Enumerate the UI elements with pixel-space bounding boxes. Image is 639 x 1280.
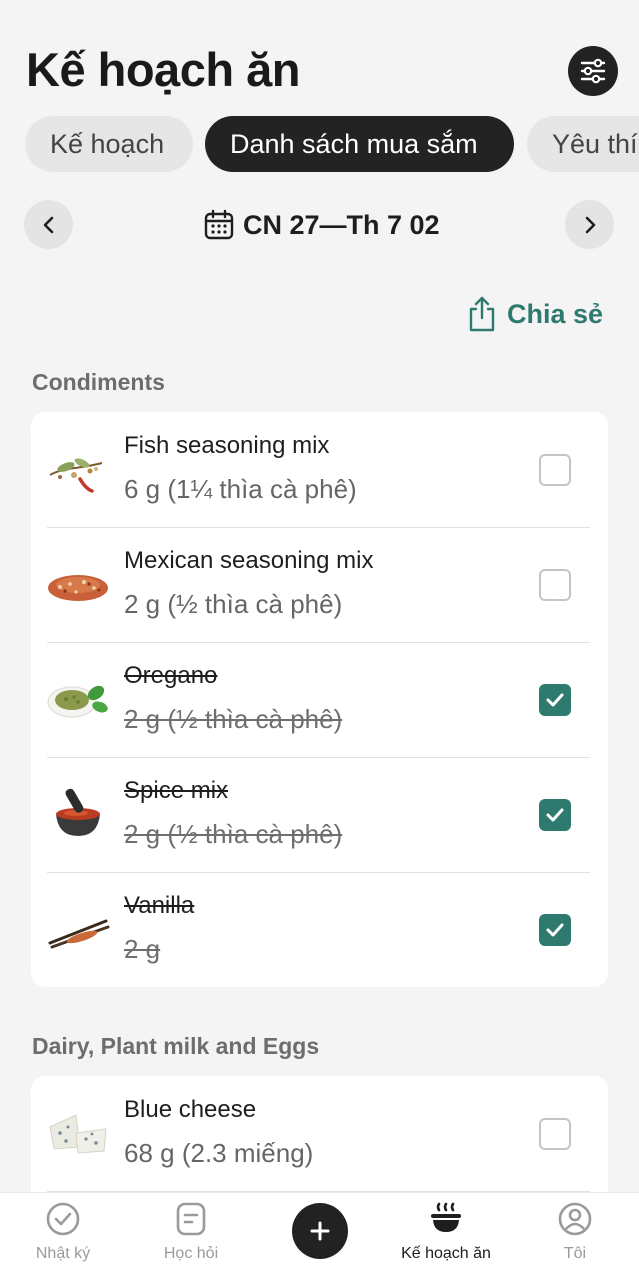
chevron-right-icon: [585, 216, 595, 233]
item-checkbox[interactable]: [539, 914, 571, 946]
vanilla-thumbnail: [48, 919, 110, 949]
item-checkbox[interactable]: [539, 569, 571, 601]
list-item[interactable]: Vanilla 2 g: [31, 872, 608, 987]
oregano-thumbnail: [47, 685, 108, 718]
nav-learn[interactable]: Học hỏi: [136, 1201, 246, 1263]
item-checkbox[interactable]: [539, 1118, 571, 1150]
date-range-label: CN 27—Th 7 02: [243, 209, 440, 240]
nav-profile[interactable]: Tôi: [520, 1201, 630, 1263]
item-name: Vanilla: [124, 892, 195, 919]
check-circle-icon: [46, 1202, 80, 1236]
share-label: Chia sẻ: [507, 298, 604, 329]
tab-favorites[interactable]: Yêu thí: [527, 116, 639, 172]
share-icon: [469, 296, 495, 332]
section-title-dairy: Dairy, Plant milk and Eggs: [32, 1033, 320, 1059]
next-week-button[interactable]: [565, 200, 614, 249]
tab-bar: Kế hoạch Danh sách mua sắm Yêu thí: [25, 116, 639, 172]
sliders-icon: [580, 58, 606, 84]
calendar-icon: [204, 209, 234, 240]
blue-cheese-thumbnail: [49, 1114, 107, 1154]
item-quantity: 2 g (½ thìa cà phê): [124, 819, 343, 849]
check-icon: [546, 923, 564, 937]
section-title-condiments: Condiments: [32, 369, 165, 395]
mexican-seasoning-thumbnail: [48, 575, 108, 601]
item-name: Blue cheese: [124, 1096, 257, 1123]
bowl-icon: [431, 1202, 461, 1232]
page-title: Kế hoạch ăn: [26, 43, 300, 96]
list-item[interactable]: Mexican seasoning mix 2 g (½ thìa cà phê…: [31, 527, 608, 642]
chevron-left-icon: [43, 216, 53, 233]
tab-shopping-list[interactable]: Danh sách mua sắm: [205, 116, 514, 172]
check-icon: [546, 808, 564, 822]
nav-label: Kế hoạch ăn: [401, 1245, 491, 1262]
item-checkbox[interactable]: [539, 454, 571, 486]
bottom-nav: Nhật ký Học hỏi Kế hoạch ăn Tôi: [0, 1192, 639, 1280]
item-quantity: 68 g (2.3 miếng): [124, 1138, 314, 1168]
item-checkbox[interactable]: [539, 799, 571, 831]
plus-icon: [310, 1221, 330, 1241]
spice-mix-thumbnail: [56, 788, 100, 836]
item-name: Mexican seasoning mix: [124, 547, 374, 574]
item-quantity: 2 g (½ thìa cà phê): [124, 704, 343, 734]
add-button[interactable]: [292, 1203, 348, 1259]
tab-plan[interactable]: Kế hoạch: [25, 116, 193, 172]
item-checkbox[interactable]: [539, 684, 571, 716]
list-item[interactable]: Oregano 2 g (½ thìa cà phê): [31, 642, 608, 757]
nav-label: Nhật ký: [35, 1245, 91, 1262]
item-quantity: 2 g (½ thìa cà phê): [124, 589, 343, 619]
nav-diary[interactable]: Nhật ký: [8, 1201, 118, 1263]
nav-meal-plan[interactable]: Kế hoạch ăn: [391, 1201, 501, 1263]
note-icon: [176, 1202, 206, 1236]
fish-seasoning-thumbnail: [49, 458, 103, 493]
share-button[interactable]: Chia sẻ: [467, 295, 603, 333]
item-quantity: 6 g (1¼ thìa cà phê): [124, 474, 357, 504]
list-item[interactable]: Fish seasoning mix 6 g (1¼ thìa cà phê): [31, 412, 608, 527]
prev-week-button[interactable]: [24, 200, 73, 249]
nav-label: Tôi: [563, 1245, 587, 1262]
filter-button[interactable]: [568, 46, 618, 96]
item-name: Fish seasoning mix: [124, 432, 330, 459]
date-range[interactable]: CN 27—Th 7 02: [203, 206, 440, 244]
check-icon: [546, 693, 564, 707]
nav-label: Học hỏi: [163, 1245, 219, 1262]
item-name: Spice mix: [124, 777, 229, 804]
user-icon: [558, 1202, 592, 1236]
item-name: Oregano: [124, 662, 218, 689]
list-item[interactable]: Spice mix 2 g (½ thìa cà phê): [31, 757, 608, 872]
list-item[interactable]: Blue cheese 68 g (2.3 miếng): [31, 1076, 608, 1191]
item-quantity: 2 g: [124, 934, 161, 964]
condiments-card: Fish seasoning mix 6 g (1¼ thìa cà phê) …: [31, 412, 608, 987]
